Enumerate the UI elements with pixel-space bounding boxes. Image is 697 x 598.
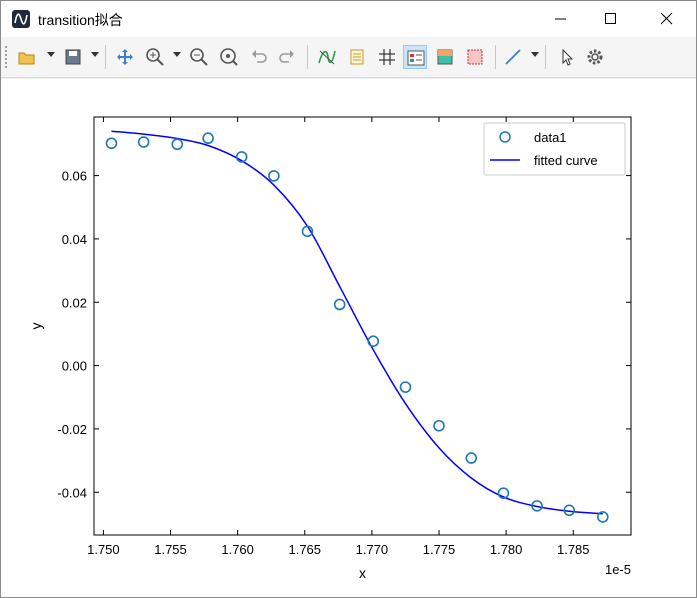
- title-bar[interactable]: transition拟合: [1, 1, 696, 37]
- app-logo-icon: [12, 10, 30, 28]
- x-tick-label: 1.760: [221, 542, 254, 557]
- legend-icon[interactable]: [403, 45, 427, 69]
- y-axis-label: y: [28, 323, 44, 330]
- line-dropdown-chevron-icon[interactable]: [531, 52, 539, 57]
- line-tool-icon[interactable]: [501, 45, 525, 69]
- x-tick-label: 1.755: [154, 542, 187, 557]
- x-tick-label: 1.780: [490, 542, 523, 557]
- save-icon[interactable]: [61, 45, 85, 69]
- x-tick-label: 1.765: [288, 542, 321, 557]
- close-button[interactable]: [644, 1, 690, 37]
- y-tick-label: 0.04: [62, 232, 87, 247]
- plot-area: [93, 116, 632, 536]
- legend-label-data1: data1: [534, 130, 567, 145]
- select-arrow-icon[interactable]: [555, 45, 579, 69]
- toolbar-grip[interactable]: [5, 46, 10, 68]
- y-tick-label: 0.06: [62, 169, 87, 184]
- toolbar-divider: [307, 45, 308, 69]
- zoom-out-icon[interactable]: [187, 45, 211, 69]
- y-tick-label: -0.04: [57, 485, 87, 500]
- grid-icon[interactable]: [375, 45, 399, 69]
- chart: 1.750 1.755 1.760 1.765 1.770 1.775 1.780 1.785…: [28, 116, 632, 581]
- x-tick-label: 1.775: [423, 542, 456, 557]
- x-tick-label: 1.785: [557, 542, 590, 557]
- zoom-in-icon[interactable]: [143, 45, 167, 69]
- y-tick-label: 0.02: [62, 295, 87, 310]
- undo-icon[interactable]: [247, 45, 271, 69]
- y-tick-label: -0.02: [57, 422, 87, 437]
- plot-canvas[interactable]: 1.750 1.755 1.760 1.765 1.770 1.775 1.780 1.785…: [1, 79, 696, 597]
- curve-fit-icon[interactable]: [315, 45, 339, 69]
- data-table-icon[interactable]: [345, 45, 369, 69]
- settings-gear-icon[interactable]: [583, 45, 607, 69]
- toolbar-divider: [495, 45, 496, 69]
- toolbar-divider: [545, 45, 546, 69]
- legend-label-fitted-curve: fitted curve: [534, 153, 598, 168]
- color-fill-icon[interactable]: [433, 45, 457, 69]
- x-tick-label: 1.750: [87, 542, 120, 557]
- minimize-button[interactable]: [538, 1, 584, 37]
- app-window: transition拟合 1.750 1.755 1.760 1.765 1.7…: [0, 0, 697, 598]
- toolbar-divider: [105, 45, 106, 69]
- maximize-button[interactable]: [588, 1, 634, 37]
- x-axis-offset-label: 1e-5: [605, 562, 631, 577]
- window-title: transition拟合: [38, 12, 123, 28]
- open-dropdown-chevron-icon[interactable]: [47, 52, 55, 57]
- toolbar: [1, 37, 696, 78]
- legend[interactable]: data1 fitted curve: [483, 122, 626, 176]
- zoom-fit-icon[interactable]: [217, 45, 241, 69]
- x-tick-label: 1.770: [356, 542, 389, 557]
- pan-icon[interactable]: [113, 45, 137, 69]
- zoom-dropdown-chevron-icon[interactable]: [173, 52, 181, 57]
- save-dropdown-chevron-icon[interactable]: [91, 52, 99, 57]
- border-icon[interactable]: [463, 45, 487, 69]
- y-tick-label: 0.00: [62, 359, 87, 374]
- open-folder-icon[interactable]: [15, 45, 39, 69]
- redo-icon[interactable]: [275, 45, 299, 69]
- x-axis-label: x: [359, 565, 366, 581]
